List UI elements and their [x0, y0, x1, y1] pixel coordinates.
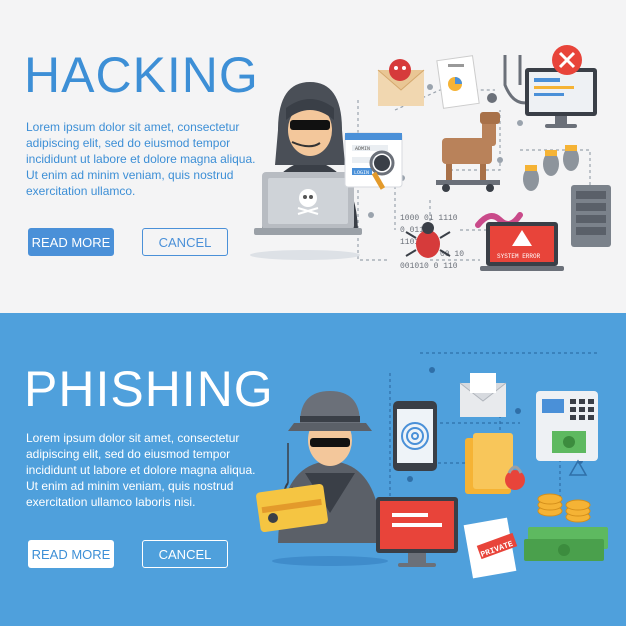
- server-icon: [571, 185, 611, 247]
- skull-small-icon: [487, 93, 497, 103]
- coins-money-icon: [524, 493, 608, 561]
- folder-lock-icon: [465, 433, 525, 494]
- trojan-horse-icon: [436, 112, 500, 192]
- atm-icon: [536, 391, 598, 461]
- login-window-icon: ADMIN LOGIN: [344, 132, 403, 190]
- monitor-icon: [376, 497, 458, 567]
- spy-icon: [272, 391, 388, 566]
- laptop-system-error-icon: SYSTEM ERROR: [480, 222, 564, 271]
- hacking-banner: HACKING Lorem ipsum dolor sit amet, cons…: [0, 0, 626, 313]
- monitor-error-icon: [525, 45, 597, 128]
- login-label: LOGIN: [354, 170, 369, 176]
- mail-envelope-icon: [459, 373, 507, 417]
- phishing-illustration: PRIVATE: [256, 352, 608, 579]
- document-chart-icon: [436, 55, 480, 109]
- system-error-label: SYSTEM ERROR: [497, 253, 541, 260]
- binary-line: 001010 0 110: [400, 262, 458, 271]
- admin-label: ADMIN: [355, 146, 370, 152]
- binary-line: 1000 01 1110: [400, 214, 458, 223]
- bomb-icons: [523, 145, 579, 191]
- hacking-illustration: ADMIN LOGIN 1000 01 1110 0 01110 1101 00…: [250, 45, 611, 271]
- private-document-icon: PRIVATE: [463, 517, 518, 579]
- phishing-banner: PHISHING Lorem ipsum dolor sit amet, con…: [0, 313, 626, 626]
- phone-fingerprint-icon: [393, 401, 437, 471]
- malware-envelope-icon: [377, 59, 425, 106]
